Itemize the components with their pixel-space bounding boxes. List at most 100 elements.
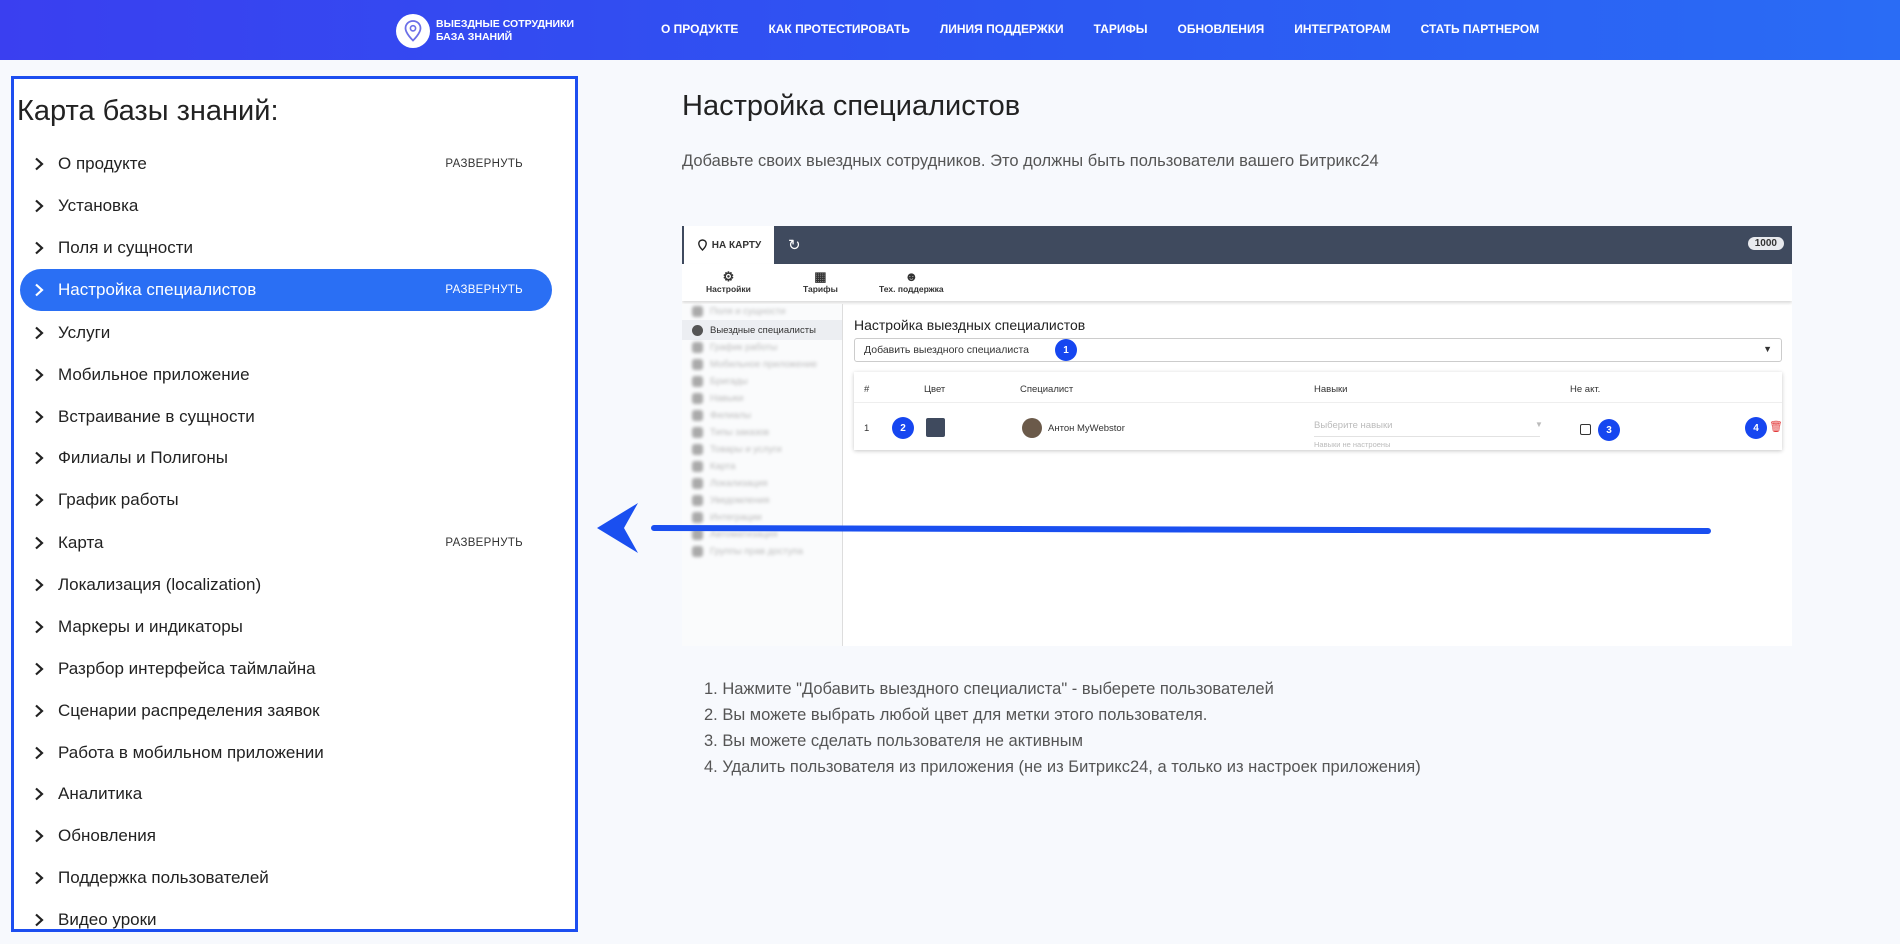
marker-4: 4 bbox=[1745, 417, 1767, 439]
skills-select[interactable]: Выберите навыки bbox=[1314, 420, 1392, 431]
col-skills: Навыки bbox=[1314, 384, 1348, 395]
app-topbar: НА КАРТУ ↻ 1000 bbox=[682, 226, 1792, 264]
side-row-blurred: Карта bbox=[692, 458, 735, 474]
nav-link-product[interactable]: О ПРОДУКТЕ bbox=[661, 22, 738, 36]
sidebar-item[interactable]: Аналитика bbox=[20, 773, 552, 815]
sidebar-item[interactable]: Услуги bbox=[20, 312, 552, 354]
table-divider bbox=[854, 402, 1782, 403]
sidebar-item[interactable]: Сценарии распределения заявок bbox=[20, 690, 552, 732]
nav-link-partner[interactable]: СТАТЬ ПАРТНЕРОМ bbox=[1421, 22, 1540, 36]
tool-tariffs-label: Тарифы bbox=[803, 284, 838, 294]
knowledge-base-map: Карта базы знаний: О продукте РАЗВЕРНУТЬ У… bbox=[11, 76, 578, 932]
expand-link[interactable]: РАЗВЕРНУТЬ bbox=[445, 284, 523, 296]
col-number: # bbox=[864, 384, 870, 395]
sidebar-item[interactable]: Локализация (localization) bbox=[20, 564, 552, 606]
expand-link[interactable]: РАЗВЕРНУТЬ bbox=[445, 537, 523, 549]
tool-tariffs[interactable]: ▦ Тарифы bbox=[803, 269, 838, 295]
table-icon: ▦ bbox=[814, 269, 827, 284]
side-row-blurred: Навыки bbox=[692, 390, 743, 406]
step-3: 3. Вы можете сделать пользователя не акт… bbox=[704, 732, 1083, 750]
chevron-right-icon bbox=[34, 871, 54, 885]
side-row-blurred: Товары и услуги bbox=[692, 441, 782, 457]
chevron-right-icon bbox=[34, 704, 54, 718]
sidebar-item[interactable]: Видео уроки bbox=[20, 899, 552, 941]
sidebar-item[interactable]: Встраивание в сущности bbox=[20, 396, 552, 438]
refresh-icon[interactable]: ↻ bbox=[788, 236, 801, 254]
marker-2: 2 bbox=[892, 417, 914, 439]
specialist-name: Антон MyWebstor bbox=[1048, 423, 1125, 434]
sidebar-item[interactable]: Установка bbox=[20, 185, 552, 227]
specialists-table: # Цвет Специалист Навыки Не акт. 1 2 Ант… bbox=[854, 372, 1783, 450]
sidebar-item[interactable]: Настройка специалистов РАЗВЕРНУТЬ bbox=[20, 269, 552, 311]
sidebar-item[interactable]: Филиалы и Полигоны bbox=[20, 437, 552, 479]
page-description: Добавьте своих выездных сотрудников. Это… bbox=[682, 152, 1379, 170]
sidebar-item[interactable]: Поддержка пользователей bbox=[20, 857, 552, 899]
chevron-right-icon bbox=[34, 620, 54, 634]
sidebar-item[interactable]: О продукте РАЗВЕРНУТЬ bbox=[20, 143, 552, 185]
chevron-right-icon bbox=[34, 451, 54, 465]
sidebar-item[interactable]: Мобильное приложение bbox=[20, 354, 552, 396]
color-swatch[interactable] bbox=[926, 418, 945, 437]
sidebar-item[interactable]: Обновления bbox=[20, 815, 552, 857]
tool-support[interactable]: ☻ Тех. поддержка bbox=[879, 270, 944, 295]
chevron-right-icon bbox=[34, 913, 54, 927]
sidebar-item[interactable]: Работа в мобильном приложении bbox=[20, 732, 552, 774]
tool-settings[interactable]: ⚙ Настройки bbox=[706, 269, 751, 295]
chevron-right-icon bbox=[34, 326, 54, 340]
main-nav: О ПРОДУКТЕ КАК ПРОТЕСТИРОВАТЬ ЛИНИЯ ПОДД… bbox=[661, 22, 1569, 36]
step-4: 4. Удалить пользователя из приложения (н… bbox=[704, 758, 1421, 776]
nav-link-tariffs[interactable]: ТАРИФЫ bbox=[1094, 22, 1148, 36]
sidebar-item[interactable]: Поля и сущности bbox=[20, 227, 552, 269]
chevron-right-icon bbox=[34, 493, 54, 507]
sidebar-item-label: Сценарии распределения заявок bbox=[58, 701, 320, 720]
side-row-blurred: Бригады bbox=[692, 373, 748, 389]
side-row-blurred: Типы заказов bbox=[692, 424, 769, 440]
nav-link-integrators[interactable]: ИНТЕГРАТОРАМ bbox=[1294, 22, 1390, 36]
step-1: 1. Нажмите "Добавить выездного специалис… bbox=[704, 680, 1274, 698]
sidebar-item-label: Мобильное приложение bbox=[58, 365, 250, 384]
chevron-right-icon bbox=[34, 536, 54, 550]
sidebar-item[interactable]: Разрбор интерфейса таймлайна bbox=[20, 648, 552, 690]
location-pin-icon bbox=[396, 14, 430, 48]
counter-badge: 1000 bbox=[1747, 237, 1784, 250]
map-pin-icon bbox=[697, 239, 707, 251]
sidebar-item-label: О продукте bbox=[58, 154, 147, 173]
chevron-right-icon bbox=[34, 787, 54, 801]
add-specialist-select[interactable]: Добавить выездного специалиста ▼ 1 bbox=[854, 338, 1782, 362]
nav-link-how-to-test[interactable]: КАК ПРОТЕСТИРОВАТЬ bbox=[768, 22, 909, 36]
sidebar-title: Карта базы знаний: bbox=[17, 95, 279, 127]
side-row-blurred: График работы bbox=[692, 339, 777, 355]
sidebar-item[interactable]: График работы bbox=[20, 479, 552, 521]
sidebar-item-label: Маркеры и индикаторы bbox=[58, 617, 243, 636]
to-map-tab[interactable]: НА КАРТУ bbox=[684, 226, 774, 264]
chevron-right-icon bbox=[34, 283, 54, 297]
col-inactive: Не акт. bbox=[1570, 384, 1601, 395]
site-logo[interactable]: ВЫЕЗДНЫЕ СОТРУДНИКИ БАЗА ЗНАНИЙ bbox=[396, 14, 574, 48]
to-map-label: НА КАРТУ bbox=[711, 239, 762, 251]
sidebar-item-label: Поля и сущности bbox=[58, 238, 193, 257]
chevron-down-icon: ▼ bbox=[1763, 344, 1772, 354]
inactive-checkbox[interactable] bbox=[1580, 424, 1591, 435]
sidebar-item[interactable]: Маркеры и индикаторы bbox=[20, 606, 552, 648]
sidebar-item-label: Аналитика bbox=[58, 784, 143, 803]
sidebar-item-label: Локализация (localization) bbox=[58, 575, 262, 594]
sidebar-item[interactable]: Карта РАЗВЕРНУТЬ bbox=[20, 522, 552, 564]
instruction-steps: 1. Нажмите "Добавить выездного специалис… bbox=[704, 676, 1421, 780]
sidebar-item-label: Настройка специалистов bbox=[58, 280, 257, 299]
sidebar-item-label: Встраивание в сущности bbox=[58, 407, 255, 426]
nav-link-updates[interactable]: ОБНОВЛЕНИЯ bbox=[1178, 22, 1265, 36]
app-side-menu: Поля и сущности Выездные специалисты Гра… bbox=[682, 304, 843, 646]
chevron-right-icon bbox=[34, 578, 54, 592]
sidebar-item-label: Филиалы и Полигоны bbox=[58, 448, 228, 467]
skills-hint: Навыки не настроены bbox=[1314, 440, 1391, 449]
side-row-active[interactable]: Выездные специалисты bbox=[692, 322, 816, 338]
nav-link-support-line[interactable]: ЛИНИЯ ПОДДЕРЖКИ bbox=[940, 22, 1064, 36]
expand-link[interactable]: РАЗВЕРНУТЬ bbox=[445, 158, 523, 170]
skills-chevron-icon: ▼ bbox=[1535, 420, 1543, 429]
step-2: 2. Вы можете выбрать любой цвет для метк… bbox=[704, 706, 1208, 724]
gear-icon: ⚙ bbox=[722, 269, 735, 284]
sidebar-item-label: Разрбор интерфейса таймлайна bbox=[58, 659, 316, 678]
delete-icon[interactable]: 🗑 bbox=[1769, 420, 1783, 433]
sidebar-item-label: Обновления bbox=[58, 826, 156, 845]
tool-settings-label: Настройки bbox=[706, 284, 751, 294]
